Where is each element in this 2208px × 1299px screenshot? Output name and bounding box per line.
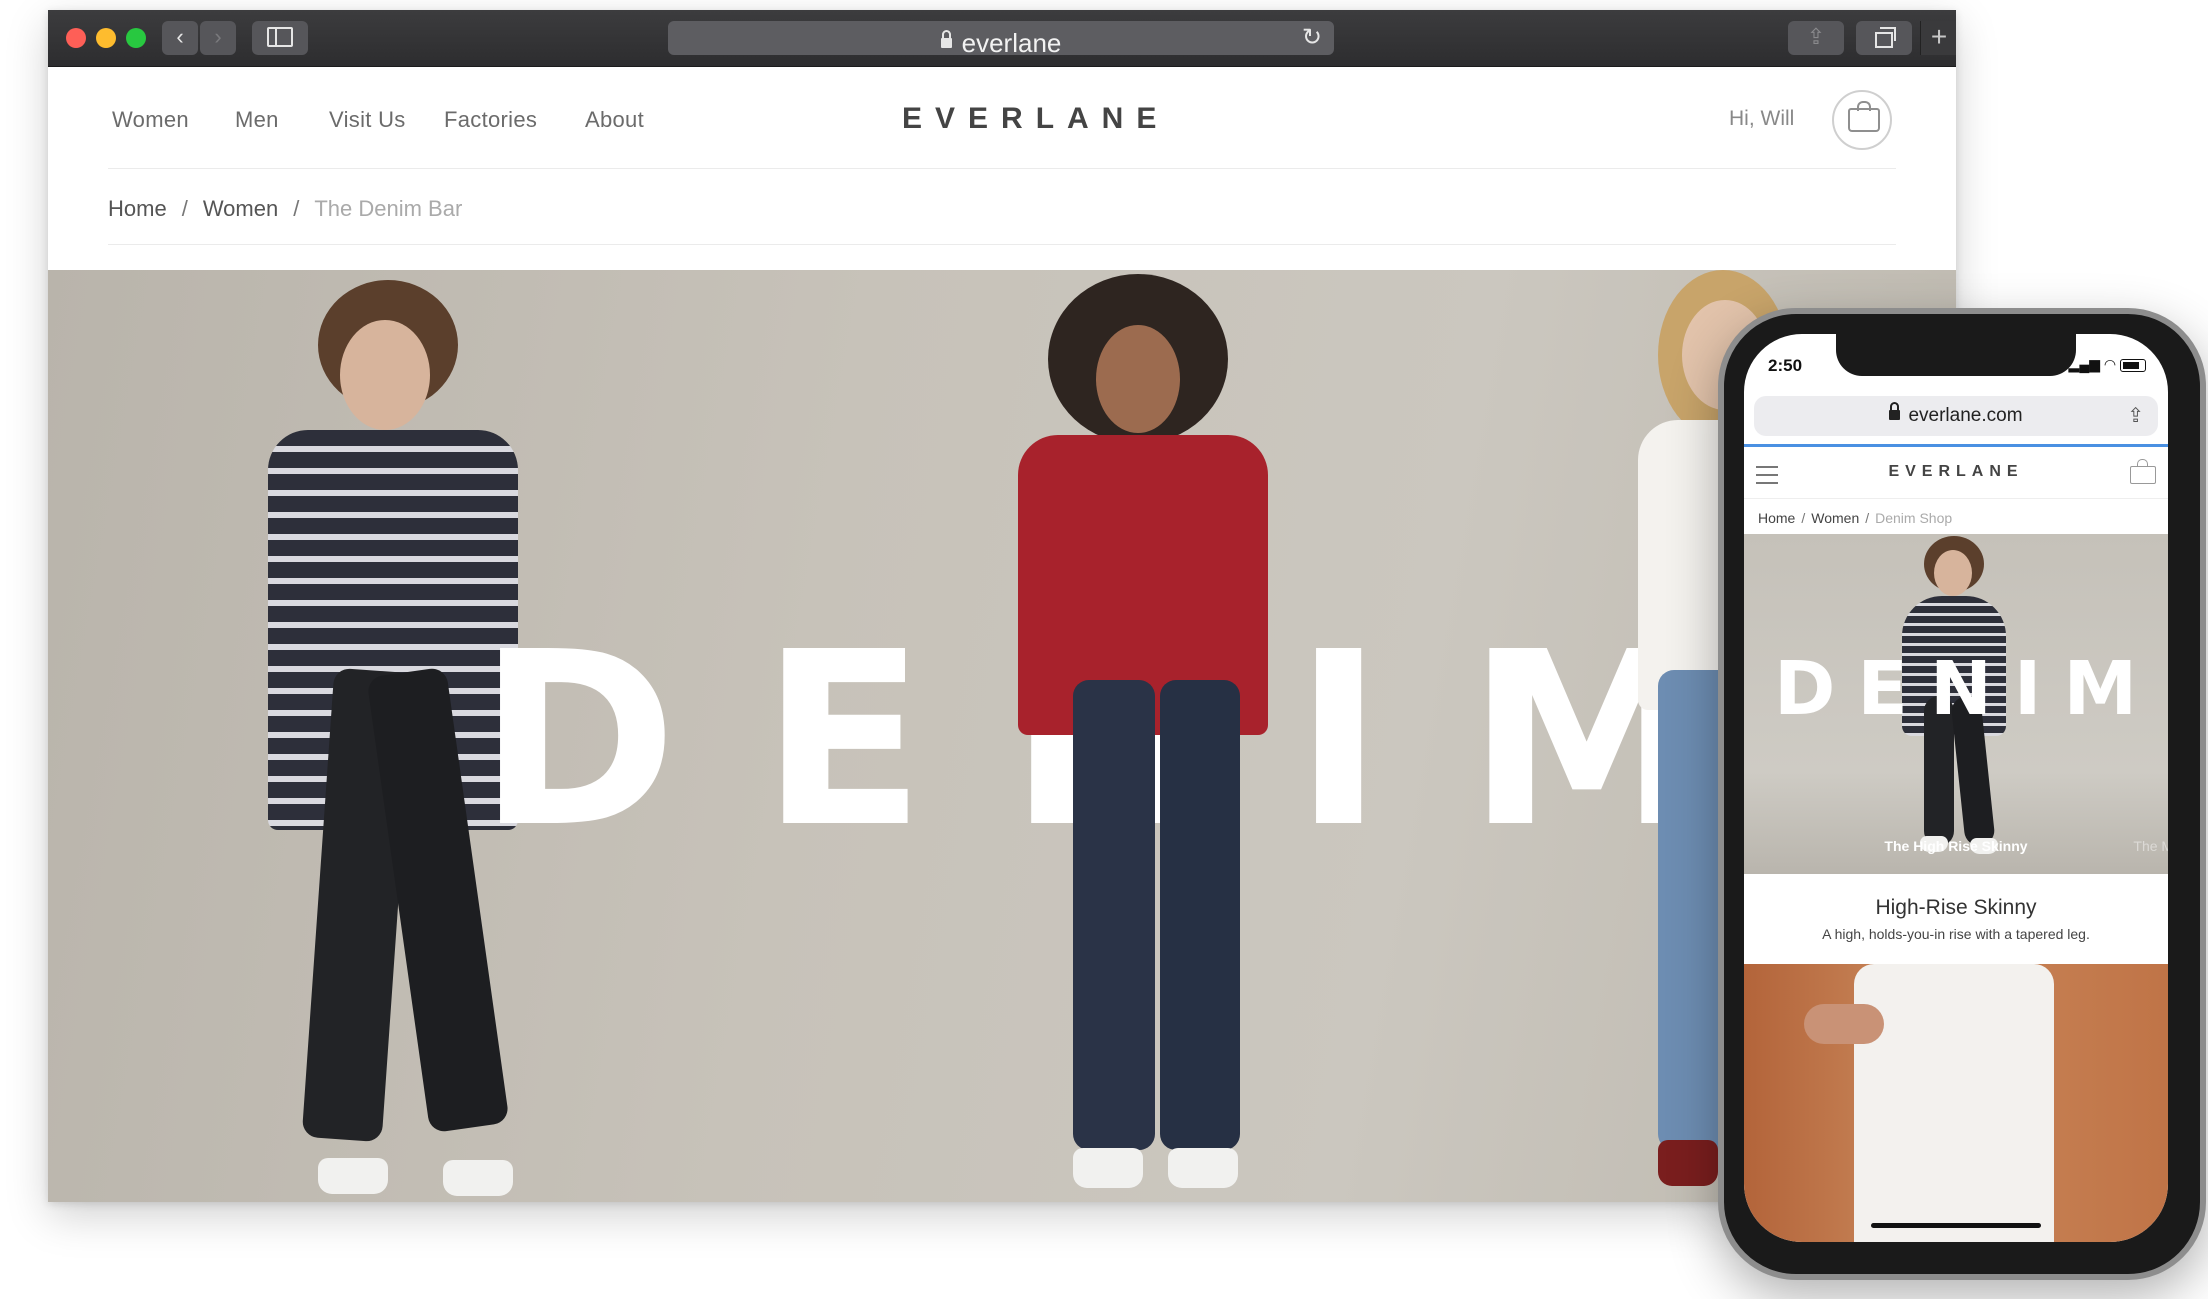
iphone-mockup: 2:50 ▂▄▆ ◠ everlane.com ⇪ EVERLANE Home /… <box>1718 308 2206 1280</box>
everlane-logo[interactable]: EVERLANE <box>902 102 1169 136</box>
new-tab-button[interactable]: + <box>1920 21 1956 55</box>
phone-breadcrumb-home[interactable]: Home <box>1758 510 1795 526</box>
forward-button[interactable]: › <box>200 21 236 55</box>
phone-hero-next-caption: The Mid R <box>2133 838 2168 854</box>
product-title: High-Rise Skinny <box>1875 896 2037 919</box>
chevron-left-icon: ‹ <box>176 24 184 49</box>
signal-icon: ▂▄▆ <box>2068 356 2100 372</box>
share-button[interactable]: ⇪ <box>1788 21 1844 55</box>
shopping-bag-icon <box>1848 101 1880 132</box>
home-indicator[interactable] <box>1871 1223 2041 1228</box>
nav-link-about[interactable]: About <box>585 107 644 133</box>
share-icon: ⇪ <box>1806 24 1826 49</box>
nav-link-factories[interactable]: Factories <box>444 107 537 133</box>
status-icons: ▂▄▆ ◠ <box>2069 356 2146 373</box>
breadcrumb-separator: / <box>181 196 188 221</box>
phone-breadcrumb-current: Denim Shop <box>1875 510 1953 526</box>
nav-link-women[interactable]: Women <box>112 107 189 133</box>
phone-screen: 2:50 ▂▄▆ ◠ everlane.com ⇪ EVERLANE Home /… <box>1744 334 2168 1242</box>
chevron-right-icon: › <box>214 24 222 49</box>
breadcrumb-current: The Denim Bar <box>314 196 463 221</box>
white-tee-figure <box>1854 964 2054 1242</box>
breadcrumb: Home / Women / The Denim Bar <box>108 196 462 222</box>
lock-icon <box>940 30 952 48</box>
minimize-window-button[interactable] <box>96 28 116 48</box>
nav-link-visit-us[interactable]: Visit Us <box>329 107 406 133</box>
tabs-overview-button[interactable] <box>1856 21 1912 55</box>
battery-icon <box>2120 358 2146 372</box>
phone-product-info[interactable]: High-Rise Skinny A high, holds-you-in ri… <box>1744 874 2168 964</box>
back-button[interactable]: ‹ <box>162 21 198 55</box>
phone-notch <box>1836 334 2076 376</box>
header-divider <box>108 168 1896 169</box>
cart-button[interactable] <box>1832 90 1892 150</box>
arm-figure <box>1804 1004 1884 1044</box>
phone-breadcrumb-women[interactable]: Women <box>1811 510 1859 526</box>
breadcrumb-separator: / <box>1865 510 1870 526</box>
page-load-progress <box>1744 444 2168 447</box>
address-text: everlane <box>961 28 1062 55</box>
phone-address-bar[interactable]: everlane.com ⇪ <box>1754 396 2158 436</box>
reload-icon[interactable]: ↻ <box>1302 25 1322 51</box>
phone-hero-title: DENIM <box>1774 646 2160 732</box>
nav-link-men[interactable]: Men <box>235 107 279 133</box>
phone-hero-carousel[interactable]: DENIM The High Rise Skinny The Mid R <box>1744 534 2168 874</box>
status-time: 2:50 <box>1768 356 1803 375</box>
phone-cart-icon[interactable] <box>2130 459 2156 484</box>
site-header: Women Men Visit Us Factories About EVERL… <box>48 66 1956 168</box>
sidebar-icon <box>267 27 293 47</box>
breadcrumb-separator: / <box>293 196 300 221</box>
breadcrumb-women[interactable]: Women <box>203 196 278 222</box>
wifi-icon: ◠ <box>2103 356 2117 372</box>
phone-next-product-image[interactable] <box>1744 964 2168 1242</box>
zoom-window-button[interactable] <box>126 28 146 48</box>
lock-icon <box>1889 402 1901 420</box>
plus-icon: + <box>1930 21 1948 52</box>
model-red-sweater-image <box>978 270 1308 1202</box>
sidebar-toggle-button[interactable] <box>252 21 308 55</box>
hero-banner[interactable]: DENIM <box>48 270 1956 1202</box>
browser-window: ‹ › everlane ↻ ⇪ + Women Men Visit Us Fa… <box>48 10 1956 1202</box>
breadcrumb-separator: / <box>1801 510 1806 526</box>
breadcrumb-divider <box>108 244 1896 245</box>
close-window-button[interactable] <box>66 28 86 48</box>
user-greeting[interactable]: Hi, Will <box>1729 107 1794 131</box>
phone-breadcrumb: Home / Women / Denim Shop <box>1758 510 1952 526</box>
tabs-overview-icon <box>1875 27 1896 48</box>
phone-everlane-logo[interactable]: EVERLANE <box>1744 463 2168 481</box>
breadcrumb-home[interactable]: Home <box>108 196 167 222</box>
phone-site-header: EVERLANE <box>1744 448 2168 499</box>
phone-address-text: everlane.com <box>1908 405 2023 426</box>
browser-titlebar: ‹ › everlane ↻ ⇪ + <box>48 10 1956 67</box>
phone-hero-caption: The High Rise Skinny <box>1884 838 2028 854</box>
address-bar[interactable]: everlane ↻ <box>668 21 1334 55</box>
product-description: A high, holds-you-in rise with a tapered… <box>1822 926 2090 942</box>
phone-share-icon[interactable]: ⇪ <box>2127 396 2144 436</box>
